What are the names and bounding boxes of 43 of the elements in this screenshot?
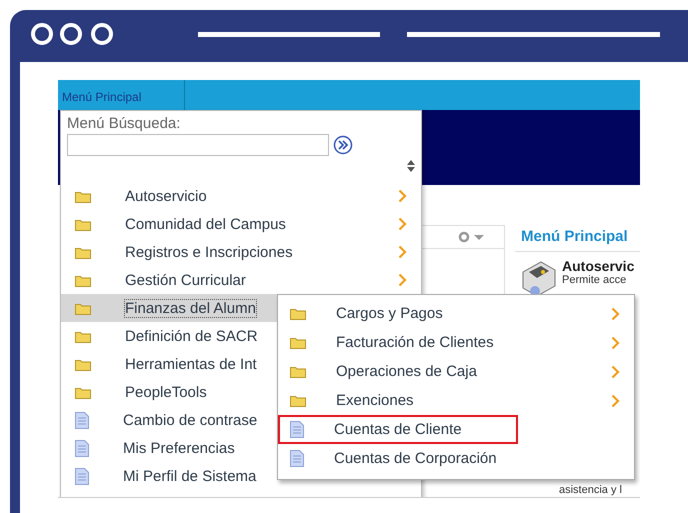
chevron-right-icon	[398, 273, 407, 287]
folder-icon	[290, 365, 306, 378]
chevron-right-icon	[398, 217, 407, 231]
chevron-right-icon	[611, 394, 620, 408]
chevron-right-icon	[611, 336, 620, 350]
window-dots-icon	[31, 21, 115, 47]
document-icon	[290, 450, 304, 467]
document-icon	[75, 412, 89, 428]
folder-icon	[75, 246, 91, 258]
folder-icon	[290, 307, 306, 320]
menu-item[interactable]: Cuentas de Cliente	[278, 415, 518, 444]
menu-item[interactable]: Autoservicio	[61, 182, 421, 210]
chevron-right-icon	[398, 245, 407, 259]
chevron-right-icon	[398, 189, 407, 203]
folder-icon	[75, 218, 91, 230]
entry-title[interactable]: Autoservic	[562, 258, 634, 274]
folder-icon	[290, 394, 306, 407]
entry-description: asistencia y l	[559, 484, 622, 496]
folder-icon	[75, 386, 91, 398]
search-label: Menú Búsqueda:	[67, 115, 182, 132]
chevron-right-icon	[611, 364, 620, 378]
go-icon[interactable]	[333, 135, 353, 155]
folder-icon	[75, 358, 91, 370]
menu-item[interactable]: Operaciones de Caja	[278, 357, 634, 386]
menu-item[interactable]: Comunidad del Campus	[61, 210, 421, 238]
menu-item[interactable]: Registros e Inscripciones	[61, 238, 421, 266]
folder-icon	[75, 274, 91, 286]
document-icon	[75, 440, 89, 456]
menu-item[interactable]: Gestión Curricular	[61, 266, 421, 294]
portlet-title: Menú Principal	[515, 225, 640, 252]
folder-icon	[75, 190, 91, 202]
entry-description: Permite acce	[562, 274, 628, 286]
chevron-right-icon	[611, 306, 620, 320]
menu-item[interactable]: Exenciones	[278, 386, 634, 415]
scroll-arrows-icon[interactable]	[407, 160, 415, 172]
menu-item[interactable]: Cuentas de Corporación	[278, 444, 634, 473]
folder-icon	[75, 302, 91, 314]
folder-icon	[290, 336, 306, 349]
menu-item[interactable]: Facturación de Clientes	[278, 328, 634, 357]
search-field[interactable]	[67, 134, 329, 156]
document-icon	[290, 421, 304, 438]
folder-icon	[75, 330, 91, 342]
document-icon	[75, 468, 89, 484]
